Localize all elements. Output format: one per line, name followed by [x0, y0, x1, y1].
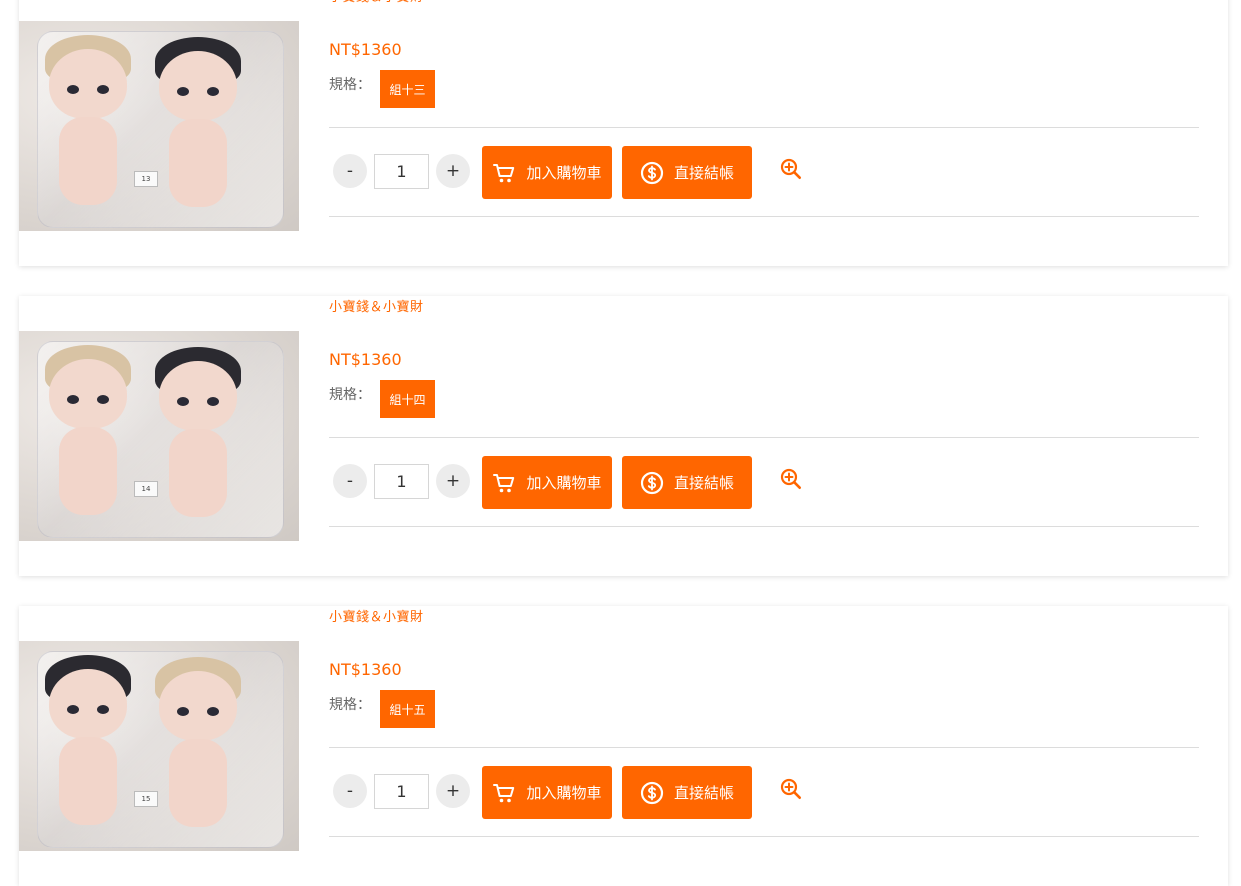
product-image[interactable]: 13 — [19, 21, 299, 231]
add-to-cart-label: 加入購物車 — [526, 164, 602, 182]
zoom-in-icon[interactable] — [780, 158, 802, 180]
quantity-increase-button[interactable]: + — [436, 154, 470, 188]
divider — [329, 127, 1199, 128]
product-price: NT$1360 — [329, 40, 402, 59]
zoom-in-icon[interactable] — [780, 778, 802, 800]
add-to-cart-label: 加入購物車 — [526, 474, 602, 492]
product-card: 14 小寶錢＆小寶財 NT$1360 規格： 組十四 - + 加入購物車 — [19, 296, 1228, 576]
quantity-increase-button[interactable]: + — [436, 774, 470, 808]
shopping-cart-icon — [492, 472, 516, 494]
shopping-cart-icon — [492, 782, 516, 804]
photo-number-tag: 15 — [134, 791, 158, 807]
spec-option-button[interactable]: 組十五 — [380, 690, 435, 728]
photo-number-tag: 14 — [134, 481, 158, 497]
product-price: NT$1360 — [329, 350, 402, 369]
add-to-cart-button[interactable]: 加入購物車 — [482, 146, 612, 199]
product-image[interactable]: 15 — [19, 641, 299, 851]
checkout-label: 直接結帳 — [673, 164, 734, 182]
add-to-cart-label: 加入購物車 — [526, 784, 602, 802]
quantity-input[interactable] — [374, 154, 429, 189]
quantity-increase-button[interactable]: + — [436, 464, 470, 498]
product-brand[interactable]: 小寶錢＆小寶財 — [329, 296, 424, 315]
product-brand[interactable]: 小寶錢＆小寶財 — [329, 606, 424, 625]
product-card: 13 小寶錢＆小寶財 NT$1360 規格： 組十三 - + 加入購物車 — [19, 0, 1228, 266]
divider — [329, 747, 1199, 748]
divider — [329, 526, 1199, 527]
zoom-in-icon[interactable] — [780, 468, 802, 490]
quantity-decrease-button[interactable]: - — [333, 154, 367, 188]
add-to-cart-button[interactable]: 加入購物車 — [482, 456, 612, 509]
product-image[interactable]: 14 — [19, 331, 299, 541]
direct-checkout-button[interactable]: 直接結帳 — [622, 766, 752, 819]
quantity-decrease-button[interactable]: - — [333, 774, 367, 808]
product-brand[interactable]: 小寶錢＆小寶財 — [329, 0, 424, 5]
divider — [329, 216, 1199, 217]
spec-label: 規格： — [329, 697, 371, 713]
spec-option-button[interactable]: 組十四 — [380, 380, 435, 418]
direct-checkout-button[interactable]: 直接結帳 — [622, 456, 752, 509]
spec-label: 規格： — [329, 77, 371, 93]
checkout-label: 直接結帳 — [673, 474, 734, 492]
dollar-coin-icon — [640, 471, 664, 495]
divider — [329, 437, 1199, 438]
photo-number-tag: 13 — [134, 171, 158, 187]
product-price: NT$1360 — [329, 660, 402, 679]
dollar-coin-icon — [640, 781, 664, 805]
spec-option-button[interactable]: 組十三 — [380, 70, 435, 108]
quantity-input[interactable] — [374, 464, 429, 499]
direct-checkout-button[interactable]: 直接結帳 — [622, 146, 752, 199]
spec-label: 規格： — [329, 387, 371, 403]
dollar-coin-icon — [640, 161, 664, 185]
checkout-label: 直接結帳 — [673, 784, 734, 802]
quantity-decrease-button[interactable]: - — [333, 464, 367, 498]
add-to-cart-button[interactable]: 加入購物車 — [482, 766, 612, 819]
quantity-input[interactable] — [374, 774, 429, 809]
product-card: 15 小寶錢＆小寶財 NT$1360 規格： 組十五 - + 加入購物車 — [19, 606, 1228, 886]
divider — [329, 836, 1199, 837]
shopping-cart-icon — [492, 162, 516, 184]
